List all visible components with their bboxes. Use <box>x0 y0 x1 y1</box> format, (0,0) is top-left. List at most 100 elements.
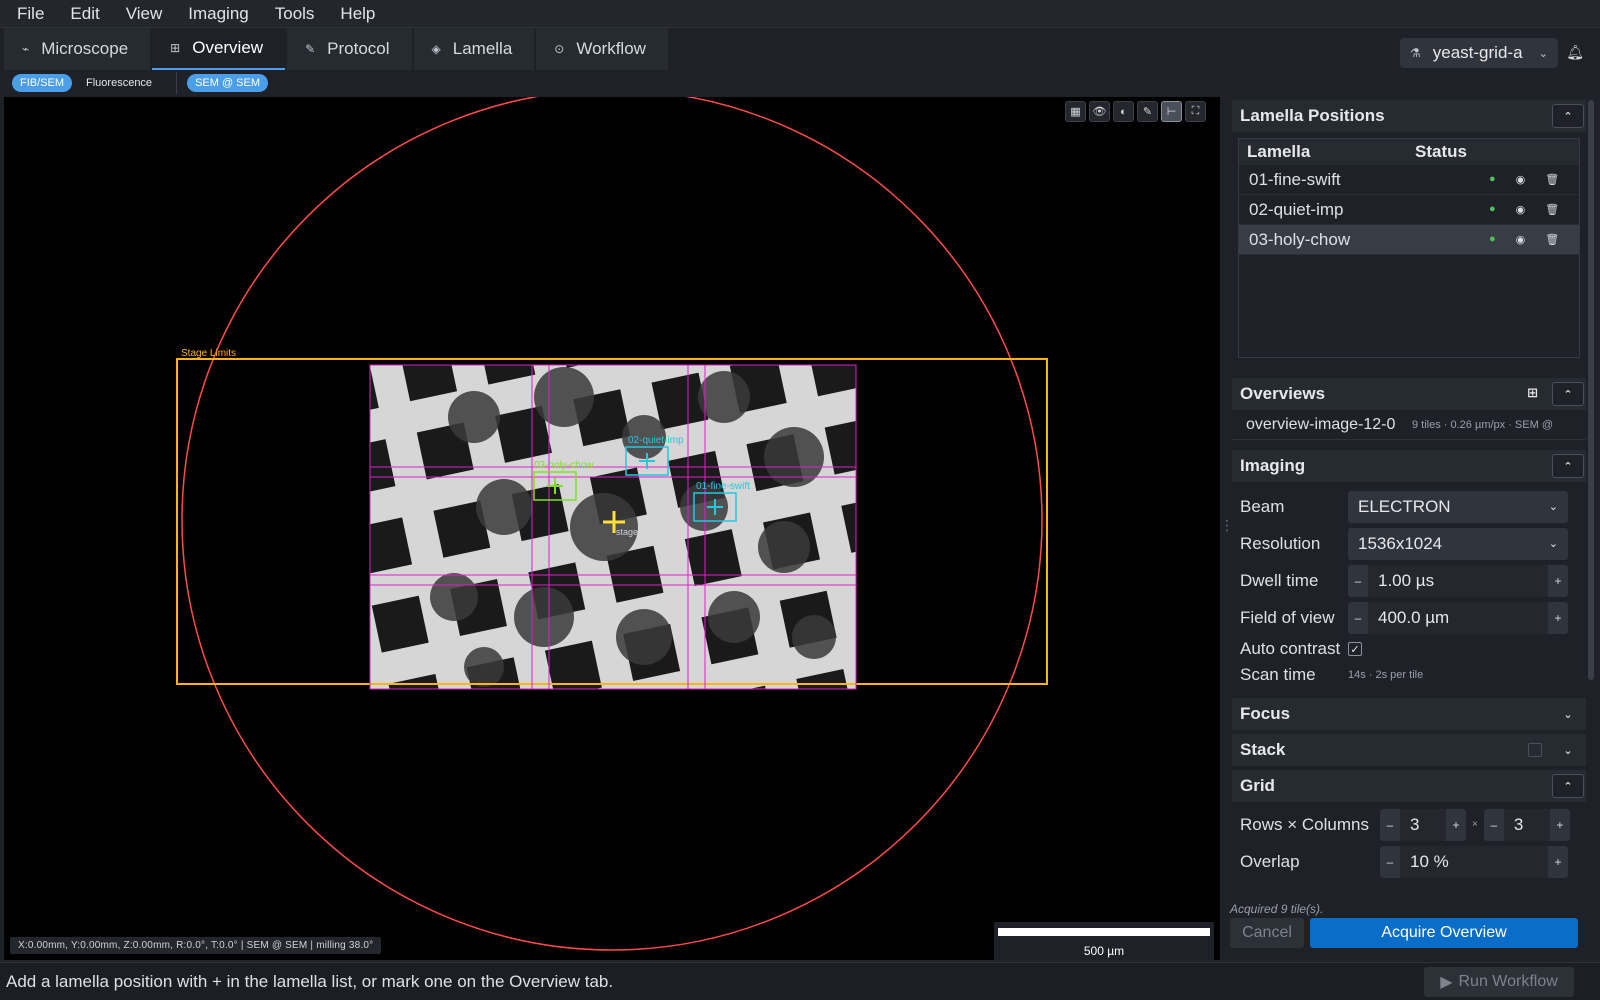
chevron-up-icon[interactable]: ⌃ <box>1552 774 1584 798</box>
marker-label: 01-fine-swift <box>696 481 750 492</box>
trash-icon[interactable]: 🗑︎ <box>1545 203 1559 216</box>
minus-icon[interactable]: – <box>1484 818 1504 832</box>
col-status: Status <box>1415 142 1467 161</box>
overview-viewer[interactable]: Stage Limits 03-holy-chow 02-quiet-imp 0… <box>4 97 1220 960</box>
run-workflow-label: Run Workflow <box>1458 973 1558 990</box>
fov-row: Field of view –400.0 µm + <box>1232 599 1586 636</box>
resolution-value: 1536x1024 <box>1358 533 1443 553</box>
pencil-icon[interactable]: ✎ <box>1137 101 1158 122</box>
minus-icon[interactable]: – <box>1380 855 1400 869</box>
plus-icon[interactable]: + <box>1548 611 1568 625</box>
main-tabs: ⌁ Microscope ⊞ Overview ✎ Protocol ◈ Lamella… <box>0 28 1600 70</box>
menu-help[interactable]: Help <box>331 4 384 24</box>
contrast-icon[interactable]: ◐ <box>1113 101 1134 122</box>
fit-view-icon[interactable]: ⛶ <box>1185 101 1206 122</box>
beam-mode-badge[interactable]: SEM @ SEM <box>187 74 269 92</box>
add-overview-icon[interactable]: ⊞ <box>1527 385 1538 401</box>
plus-icon[interactable]: + <box>1548 855 1568 869</box>
menu-edit[interactable]: Edit <box>61 4 108 24</box>
focus-header[interactable]: Focus ⌄ <box>1232 698 1586 730</box>
section-title: Overviews <box>1240 384 1326 403</box>
stack-checkbox[interactable] <box>1528 743 1542 757</box>
marker-label: 02-quiet-imp <box>628 435 684 446</box>
rows-input[interactable]: 3 <box>1400 808 1446 841</box>
check-circle-icon: ● <box>1489 203 1496 215</box>
bell-icon[interactable]: 🔔︎ <box>1566 44 1584 61</box>
menu-imaging[interactable]: Imaging <box>179 4 257 24</box>
tab-label: Microscope <box>41 39 129 58</box>
plus-icon[interactable]: + <box>1550 818 1570 832</box>
resolution-row: Resolution 1536x1024 ⌄ <box>1232 525 1586 562</box>
chevron-down-icon[interactable]: ⌄ <box>1552 702 1584 726</box>
cols-input[interactable]: 3 <box>1503 808 1550 841</box>
acquire-overview-button[interactable]: Acquire Overview <box>1310 918 1578 948</box>
trash-icon[interactable]: 🗑︎ <box>1545 173 1559 186</box>
project-select[interactable]: ⚗ yeast-grid-a ⌄ <box>1400 38 1558 68</box>
grid-header: Grid ⌃ <box>1232 770 1586 802</box>
table-row[interactable]: 01-fine-swift ● ◉ 🗑︎ <box>1239 165 1579 195</box>
chevron-up-icon[interactable]: ⌃ <box>1552 104 1584 128</box>
menu-file[interactable]: File <box>8 4 53 24</box>
plus-icon[interactable]: + <box>1446 818 1466 832</box>
minus-icon[interactable]: – <box>1380 818 1400 832</box>
tab-overview[interactable]: ⊞ Overview <box>152 28 286 70</box>
check-circle-icon: ● <box>1489 233 1496 245</box>
tab-workflow[interactable]: ⊙ Workflow <box>536 28 668 70</box>
tab-lamella[interactable]: ◈ Lamella <box>413 28 535 70</box>
times-sign: × <box>1472 819 1478 830</box>
resolution-select[interactable]: 1536x1024 ⌄ <box>1348 527 1568 560</box>
mode-fibsem[interactable]: FIB/SEM <box>12 74 73 92</box>
mode-fluorescence[interactable]: Fluorescence <box>78 74 160 92</box>
grid-toggle-icon[interactable]: ▦ <box>1065 101 1086 122</box>
autocontrast-checkbox[interactable]: ✓ <box>1348 642 1362 656</box>
minus-icon[interactable]: – <box>1348 611 1368 625</box>
lamella-name: 02-quiet-imp <box>1249 199 1344 219</box>
resolution-label: Resolution <box>1240 533 1321 553</box>
run-workflow-button[interactable]: ▶ Run Workflow <box>1424 967 1574 997</box>
stack-header[interactable]: Stack ⌄ <box>1232 734 1586 766</box>
target-icon[interactable]: ◉ <box>1516 173 1526 186</box>
imaging-header: Imaging ⌃ <box>1232 450 1586 482</box>
ruler-icon[interactable]: ⊢ <box>1161 101 1182 122</box>
list-item[interactable]: overview-image-12-0 9 tiles · 0.26 µm/px… <box>1232 410 1586 440</box>
tab-label: Workflow <box>576 39 646 58</box>
lamella-table-header: Lamella Status <box>1239 139 1579 165</box>
lamella-name: 01-fine-swift <box>1249 169 1341 189</box>
viewer-canvas[interactable]: Stage Limits 03-holy-chow 02-quiet-imp 0… <box>4 97 1220 960</box>
chevron-down-icon[interactable]: ⌄ <box>1552 738 1584 762</box>
mode-bar: FIB/SEM Fluorescence SEM @ SEM <box>0 70 1220 96</box>
autocontrast-label: Auto contrast <box>1240 639 1341 658</box>
dwell-row: Dwell time –1.00 µs + <box>1232 562 1586 599</box>
cancel-button[interactable]: Cancel <box>1230 918 1304 948</box>
tab-protocol[interactable]: ✎ Protocol <box>287 28 412 70</box>
status-message: Add a lamella position with + in the lam… <box>6 971 614 991</box>
autocontrast-row: Auto contrast ✓ <box>1232 636 1586 662</box>
panel-splitter[interactable] <box>1220 97 1234 960</box>
beam-select[interactable]: ELECTRON ⌄ <box>1348 490 1568 523</box>
overlap-input[interactable]: 10 % <box>1400 845 1548 878</box>
project-name: yeast-grid-a <box>1432 43 1523 62</box>
menu-view[interactable]: View <box>117 4 172 24</box>
sidebar-scrollbar[interactable] <box>1588 100 1594 680</box>
overview-name: overview-image-12-0 <box>1246 415 1396 433</box>
trash-icon[interactable]: 🗑︎ <box>1545 233 1559 246</box>
target-icon[interactable]: ◉ <box>1516 203 1526 216</box>
dwell-input[interactable]: 1.00 µs <box>1368 564 1548 597</box>
menu-tools[interactable]: Tools <box>266 4 324 24</box>
chevron-up-icon[interactable]: ⌃ <box>1552 454 1584 478</box>
layers-icon: ◈ <box>431 42 441 56</box>
tab-microscope[interactable]: ⌁ Microscope <box>4 28 151 70</box>
plus-icon[interactable]: + <box>1548 574 1568 588</box>
chevron-up-icon[interactable]: ⌃ <box>1552 382 1584 406</box>
table-row[interactable]: 02-quiet-imp ● ◉ 🗑︎ <box>1239 195 1579 225</box>
target-icon[interactable]: ◉ <box>1516 233 1526 246</box>
table-row[interactable]: 03-holy-chow ● ◉ 🗑︎ <box>1239 225 1579 255</box>
play-circle-icon: ⊙ <box>554 42 565 56</box>
beam-value: ELECTRON <box>1358 496 1451 516</box>
fov-input[interactable]: 400.0 µm <box>1368 601 1548 634</box>
section-title: Stack <box>1240 740 1286 759</box>
minus-icon[interactable]: – <box>1348 574 1368 588</box>
eye-icon[interactable]: 👁︎ <box>1089 101 1110 122</box>
stage-label: stage <box>616 527 638 537</box>
overviews-header: Overviews ⊞ ⌃ <box>1232 378 1586 410</box>
